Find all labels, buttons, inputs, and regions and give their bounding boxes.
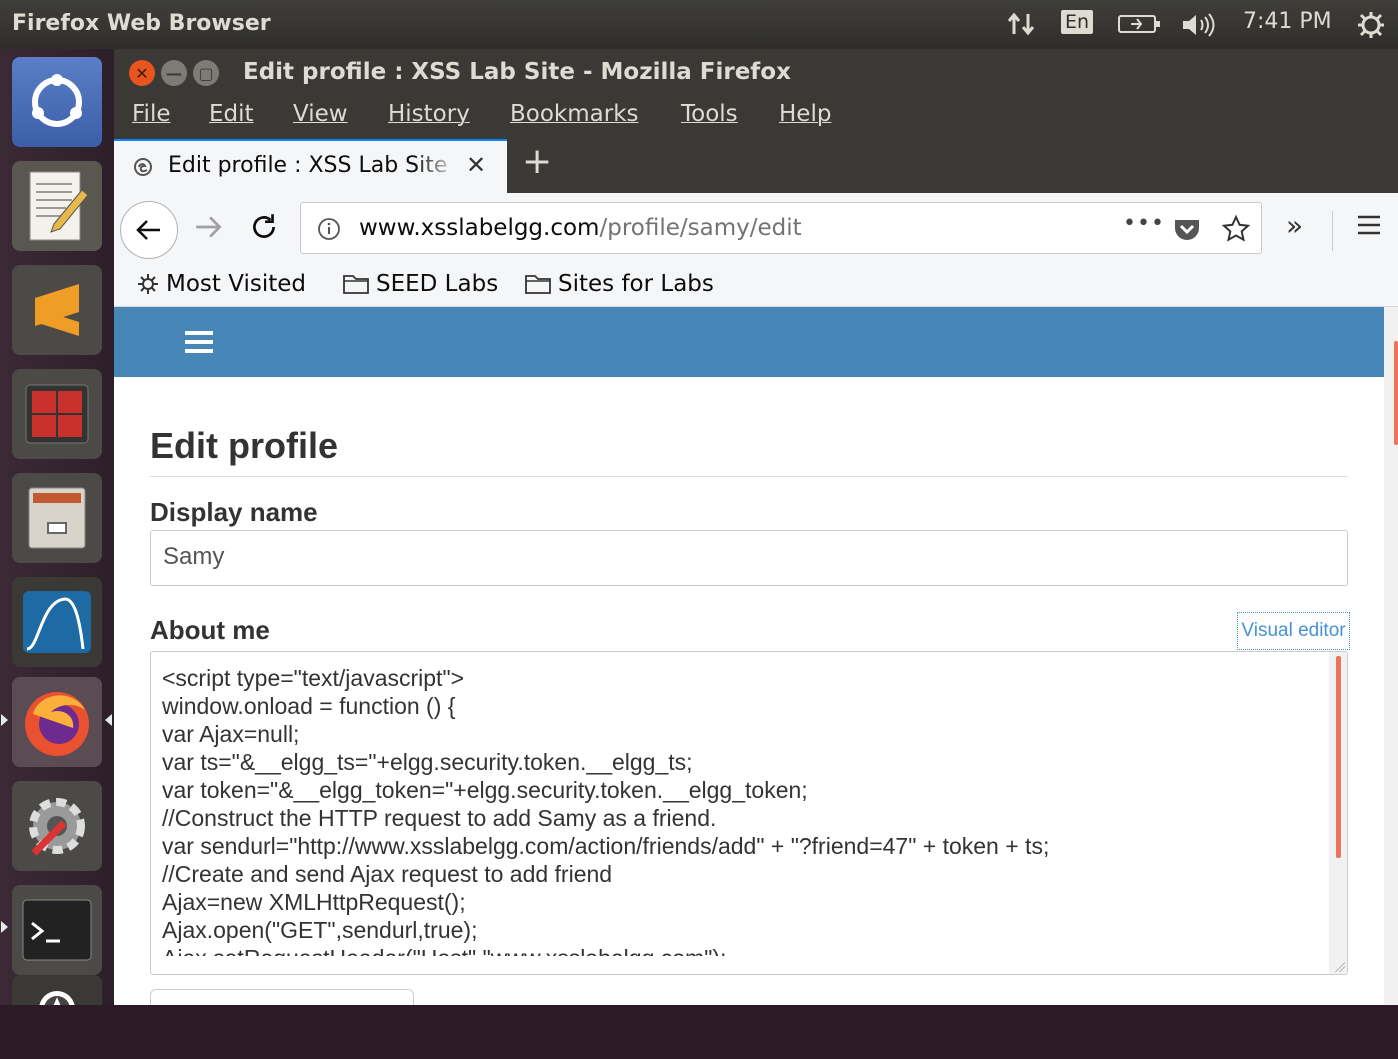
menu-help[interactable]: Help [779,101,831,127]
window-title: Edit profile : XSS Lab Site - Mozilla Fi… [243,59,791,85]
title-divider [150,476,1348,477]
close-window-button[interactable]: ✕ [129,60,155,86]
menu-bookmarks[interactable]: Bookmarks [510,101,639,127]
system-settings-icon[interactable] [12,781,102,871]
bookmark-label: SEED Labs [376,271,499,297]
wireshark-icon[interactable] [12,577,102,667]
maximize-window-button[interactable]: ▢ [193,60,219,86]
new-tab-button[interactable]: + [522,141,552,182]
toolbar-separator [1332,211,1333,251]
bookmark-label: Most Visited [166,271,306,297]
bookmarks-toolbar: Most Visited SEED Labs Sites for Labs [114,267,1398,307]
panel-app-title: Firefox Web Browser [12,11,271,36]
url-bar[interactable]: www.xsslabelgg.com/profile/samy/edit ••• [300,202,1262,254]
page-scroll-thumb[interactable] [1394,341,1398,445]
ubuntu-dash-icon[interactable] [12,57,102,147]
volume-icon[interactable] [1180,12,1216,44]
display-name-label: Display name [150,497,318,527]
firefox-icon[interactable] [12,677,102,767]
file-cabinet-icon[interactable] [12,473,102,563]
clock[interactable]: 7:41 PM [1243,9,1332,34]
textarea-scrollbar[interactable] [1329,652,1347,974]
tab-bar: Edit profile : XSS Lab Site ✕ + [114,139,1398,193]
bookmark-sites-for-labs[interactable]: Sites for Labs [524,271,714,297]
launcher [0,49,114,1059]
site-favicon-icon [132,156,154,178]
gear-icon [138,274,158,294]
resize-grip-icon[interactable] [1335,962,1345,972]
about-me-text[interactable]: <script type="text/javascript"> window.o… [162,664,1322,956]
keyboard-layout-indicator[interactable]: En [1061,9,1094,34]
page-actions-icon[interactable]: ••• [1123,211,1165,236]
bookmark-seed-labs[interactable]: SEED Labs [342,271,498,297]
network-icon[interactable] [1006,10,1038,44]
battery-icon[interactable] [1117,12,1163,42]
back-button[interactable] [120,201,178,259]
site-topbar [114,307,1384,377]
site-info-icon[interactable] [317,217,341,245]
tab-close-icon[interactable]: ✕ [466,151,486,179]
textarea-scroll-thumb[interactable] [1336,656,1341,858]
forward-button[interactable] [192,211,224,247]
display-name-input[interactable]: Samy [150,530,1348,586]
folder-icon [343,275,369,294]
bookmark-most-visited[interactable]: Most Visited [136,271,306,297]
terminal-icon[interactable] [12,885,102,975]
menu-edit[interactable]: Edit [209,101,254,127]
pocket-icon[interactable] [1173,216,1201,246]
about-me-label: About me [150,615,270,645]
text-editor-icon[interactable] [12,161,102,251]
navigation-toolbar: www.xsslabelgg.com/profile/samy/edit •••… [114,193,1398,267]
tab-title: Edit profile : XSS Lab Site [168,153,448,178]
terminal-red-icon[interactable] [12,369,102,459]
url-text[interactable]: www.xsslabelgg.com/profile/samy/edit [359,215,802,241]
url-path: /profile/samy/edit [599,215,802,241]
about-me-textarea[interactable]: <script type="text/javascript"> window.o… [150,651,1348,975]
menu-history[interactable]: History [388,101,470,127]
open-menu-icon[interactable] [1356,213,1382,241]
top-panel: Firefox Web Browser En 7:41 PM [0,0,1398,49]
next-field-partial[interactable] [150,989,414,1005]
desktop-background [0,1005,1398,1059]
bookmark-label: Sites for Labs [558,271,714,297]
menu-view[interactable]: View [293,101,348,127]
url-domain: www.xsslabelgg.com [359,215,600,241]
menubar: File Edit View History Bookmarks Tools H… [114,95,1398,139]
power-gear-icon[interactable] [1356,10,1386,46]
minimize-window-button[interactable]: — [161,60,187,86]
overflow-menu-icon[interactable]: » [1286,209,1303,242]
page-title: Edit profile [150,425,338,466]
window-titlebar: ✕ — ▢ Edit profile : XSS Lab Site - Mozi… [114,49,1398,95]
sublime-text-icon[interactable] [12,265,102,355]
bookmark-star-icon[interactable] [1221,214,1251,248]
back-arrow-icon [136,220,160,240]
tab-edit-profile[interactable]: Edit profile : XSS Lab Site ✕ [114,139,507,193]
visual-editor-link[interactable]: Visual editor [1237,612,1350,650]
reload-button[interactable] [248,211,280,247]
menu-tools[interactable]: Tools [681,101,738,127]
page-content: Edit profile Display name Samy About me … [114,307,1384,1005]
site-menu-hamburger-icon[interactable] [184,329,214,359]
firefox-window: ✕ — ▢ Edit profile : XSS Lab Site - Mozi… [114,49,1398,1005]
menu-file[interactable]: File [132,101,171,127]
folder-icon [525,275,551,294]
